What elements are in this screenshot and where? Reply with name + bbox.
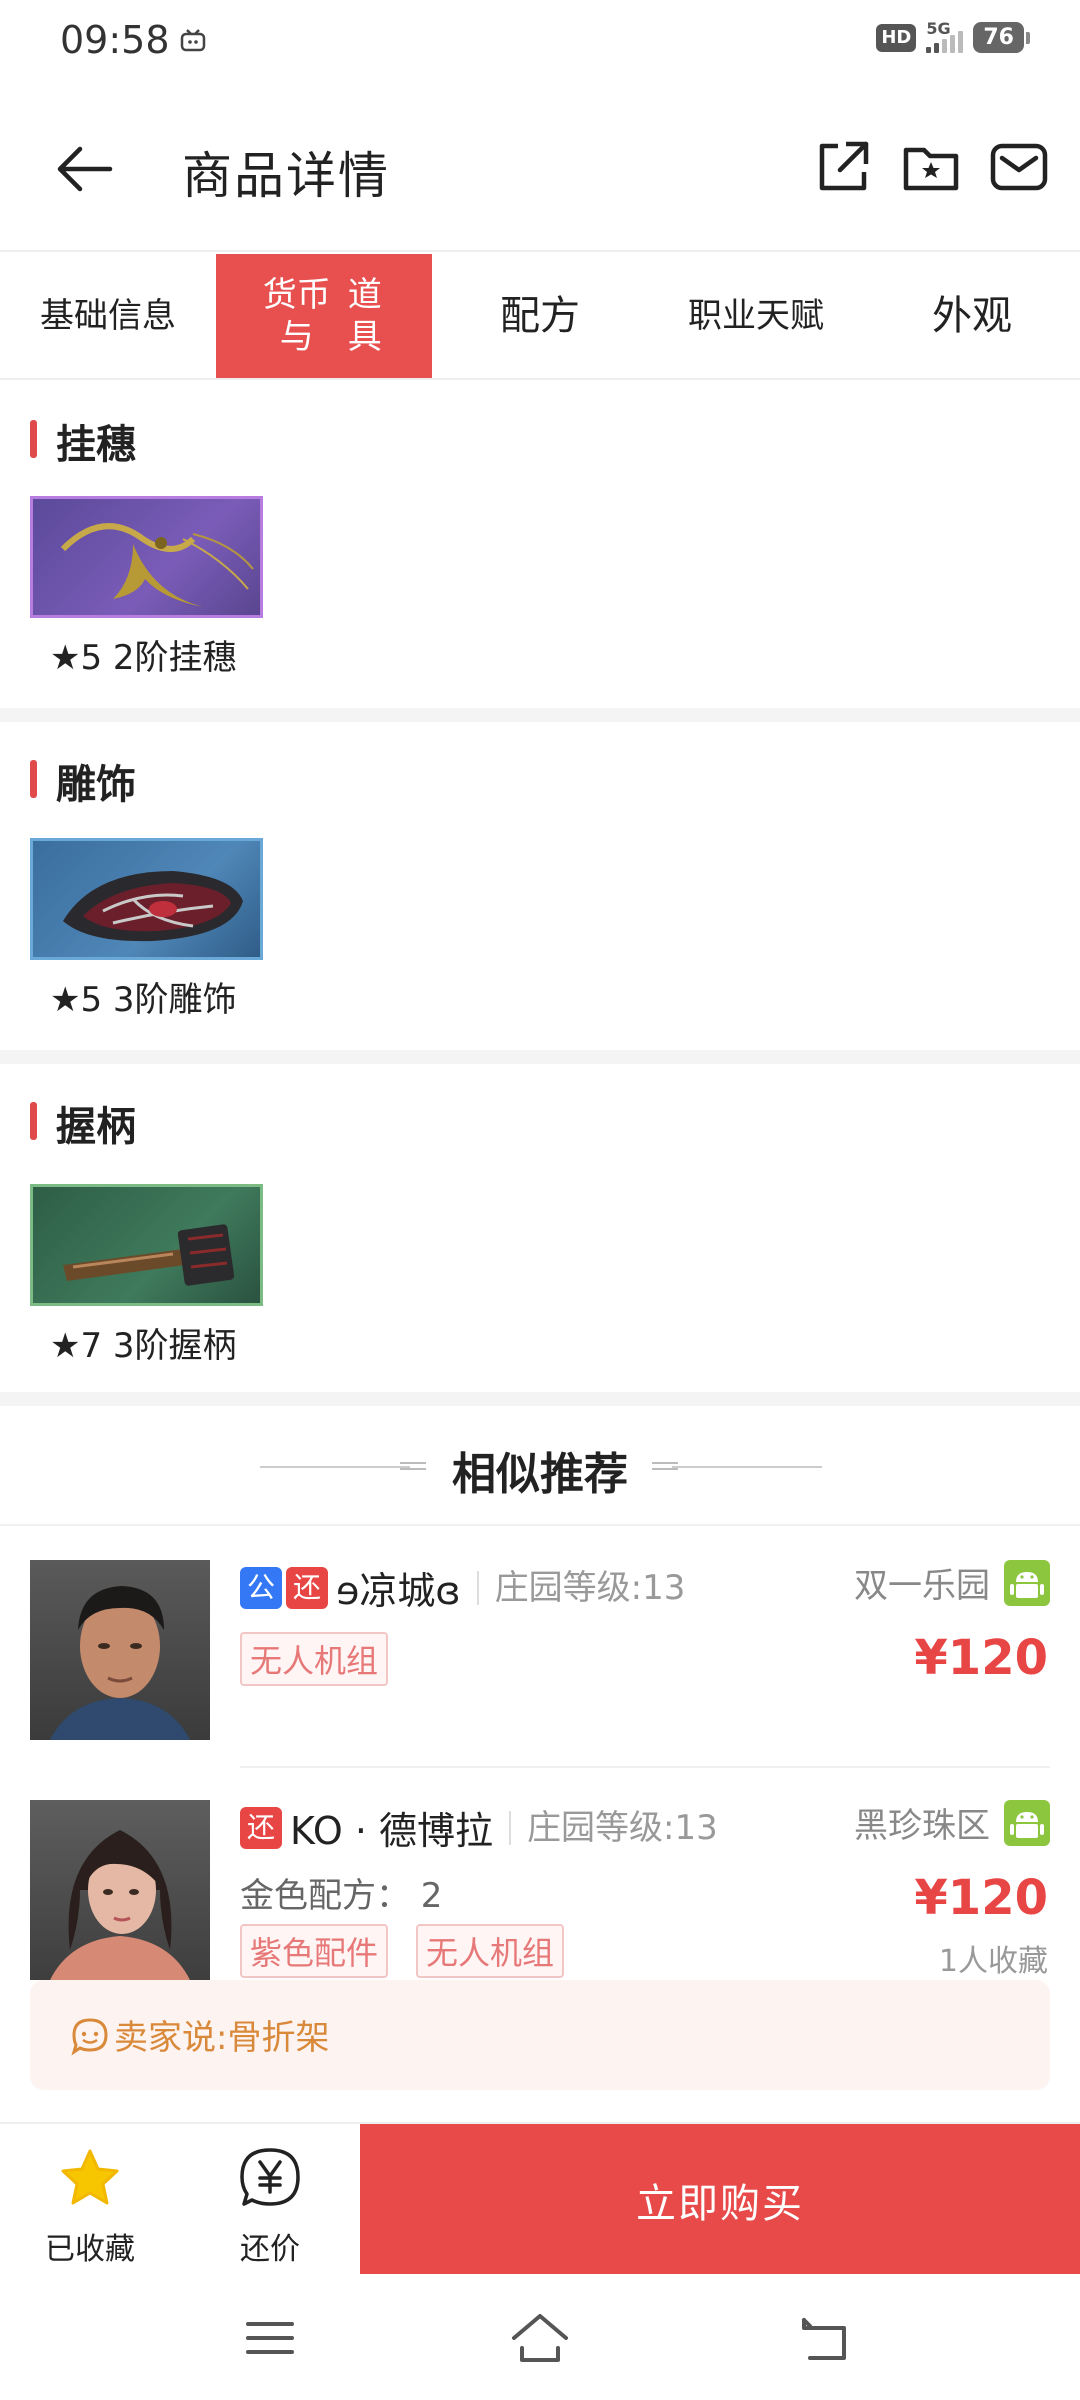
decor-line-right (672, 1466, 822, 1468)
seller-says-text: 卖家说:骨折架 (114, 2018, 330, 2058)
tab-talents[interactable]: 职业天赋 (648, 254, 864, 378)
gold-recipe-count: 金色配方： 2 (240, 1876, 443, 1916)
bargain-badge: 还 (286, 1566, 328, 1609)
recommend-title: 相似推荐 (452, 1449, 628, 1500)
price: ¥120 (914, 1630, 1048, 1686)
status-time: 09:58 (60, 18, 170, 62)
avatar (30, 1560, 210, 1740)
tag-drone: 无人机组 (416, 1924, 565, 1978)
server-row: 黑珍珠区 (854, 1798, 1050, 1847)
menu-icon[interactable] (240, 2308, 300, 2368)
item-image-grip[interactable] (30, 1184, 263, 1306)
seller-note: 卖家说:骨折架 (30, 1980, 1050, 2090)
section-engraving: 雕饰 ★5 3阶雕饰 (0, 722, 1080, 1048)
battery-icon: 76 (973, 22, 1030, 53)
system-nav-bar (0, 2274, 1080, 2400)
back-nav-icon[interactable] (794, 2308, 854, 2368)
star-icon (61, 2149, 119, 2205)
share-icon[interactable] (812, 136, 874, 198)
server-row: 双一乐园 (854, 1558, 1050, 1607)
tag-purple-parts: 紫色配件 (240, 1924, 389, 1978)
tab-appearance[interactable]: 外观 (864, 254, 1080, 378)
recommend-header: 相似推荐 (0, 1400, 1080, 1526)
section-tassel: 挂穗 ★5 2阶挂穗 (0, 382, 1080, 708)
recommend-card[interactable]: 还 KO · 德博拉 庄园等级:13 黑珍珠区 金色配方： 2 ¥120 紫色配… (0, 1770, 1080, 1980)
item-label: ★5 2阶挂穗 (50, 638, 237, 678)
android-icon (1004, 1559, 1050, 1606)
tab-recipes[interactable]: 配方 (432, 254, 648, 378)
section-title: 握柄 (30, 1094, 136, 1152)
bargain-badge: 还 (240, 1806, 282, 1849)
section-grip: 握柄 ★7 3阶握柄 (0, 1064, 1080, 1394)
buy-now-button[interactable]: 立即购买 (360, 2124, 1080, 2276)
section-divider (0, 1050, 1080, 1064)
header: 商品详情 (0, 84, 1080, 252)
section-divider (0, 708, 1080, 722)
official-badge: 公 (240, 1566, 282, 1609)
bottom-action-bar: 已收藏 还价 立即购买 (0, 2122, 1080, 2276)
bargain-label: 还价 (240, 2232, 300, 2267)
tab-bar: 基础信息 货币与 道具 配方 职业天赋 外观 (0, 254, 1080, 380)
character-name: KO · 德博拉 (290, 1809, 493, 1853)
recommend-card[interactable]: 公 还 ɘ凉城ɞ 庄园等级:13 双一乐园 ¥120 无人机组 (0, 1528, 1080, 1768)
manor-level: 庄园等级:13 (476, 1570, 685, 1605)
avatar (30, 1800, 210, 1980)
back-arrow-icon[interactable] (50, 134, 120, 204)
tab-basic-info[interactable]: 基础信息 (0, 254, 216, 378)
item-label: ★7 3阶握柄 (50, 1326, 237, 1366)
bargain-button[interactable]: 还价 (180, 2124, 360, 2276)
page-title: 商品详情 (182, 147, 390, 205)
server-name: 双一乐园 (854, 1566, 990, 1606)
bargain-yuan-icon (240, 2148, 300, 2206)
item-label: ★5 3阶雕饰 (50, 980, 237, 1020)
favorited-button[interactable]: 已收藏 (0, 2124, 180, 2276)
card-divider (240, 1766, 1050, 1768)
android-icon (1004, 1799, 1050, 1846)
favorite-count: 1人收藏 (938, 1944, 1048, 1979)
tag-drone: 无人机组 (240, 1632, 389, 1686)
status-bar: 09:58 HD 5G 76 (0, 0, 1080, 84)
tab-currency-items[interactable]: 货币与 道具 (216, 254, 432, 378)
hd-badge: HD (876, 23, 917, 52)
price: ¥120 (914, 1870, 1048, 1926)
signal-icon: 5G (926, 19, 964, 53)
mail-icon[interactable] (988, 136, 1050, 198)
seller-name-row: 公 还 ɘ凉城ɞ 庄园等级:13 (240, 1560, 685, 1615)
chat-bubble-icon (71, 2018, 108, 2056)
section-title: 挂穗 (30, 412, 136, 470)
character-name: ɘ凉城ɞ (336, 1569, 461, 1613)
tv-notification-icon (180, 29, 206, 52)
seller-name-row: 还 KO · 德博拉 庄园等级:13 (240, 1800, 718, 1855)
home-icon[interactable] (510, 2308, 570, 2368)
item-image-engraving[interactable] (30, 838, 263, 960)
status-indicators: HD 5G 76 (876, 19, 1030, 53)
section-title: 雕饰 (30, 752, 136, 810)
item-image-tassel[interactable] (30, 496, 263, 618)
favorite-folder-icon[interactable] (900, 136, 962, 198)
network-label: 5G (926, 18, 951, 38)
favorited-label: 已收藏 (45, 2232, 135, 2267)
manor-level: 庄园等级:13 (509, 1810, 718, 1845)
server-name: 黑珍珠区 (854, 1806, 990, 1846)
